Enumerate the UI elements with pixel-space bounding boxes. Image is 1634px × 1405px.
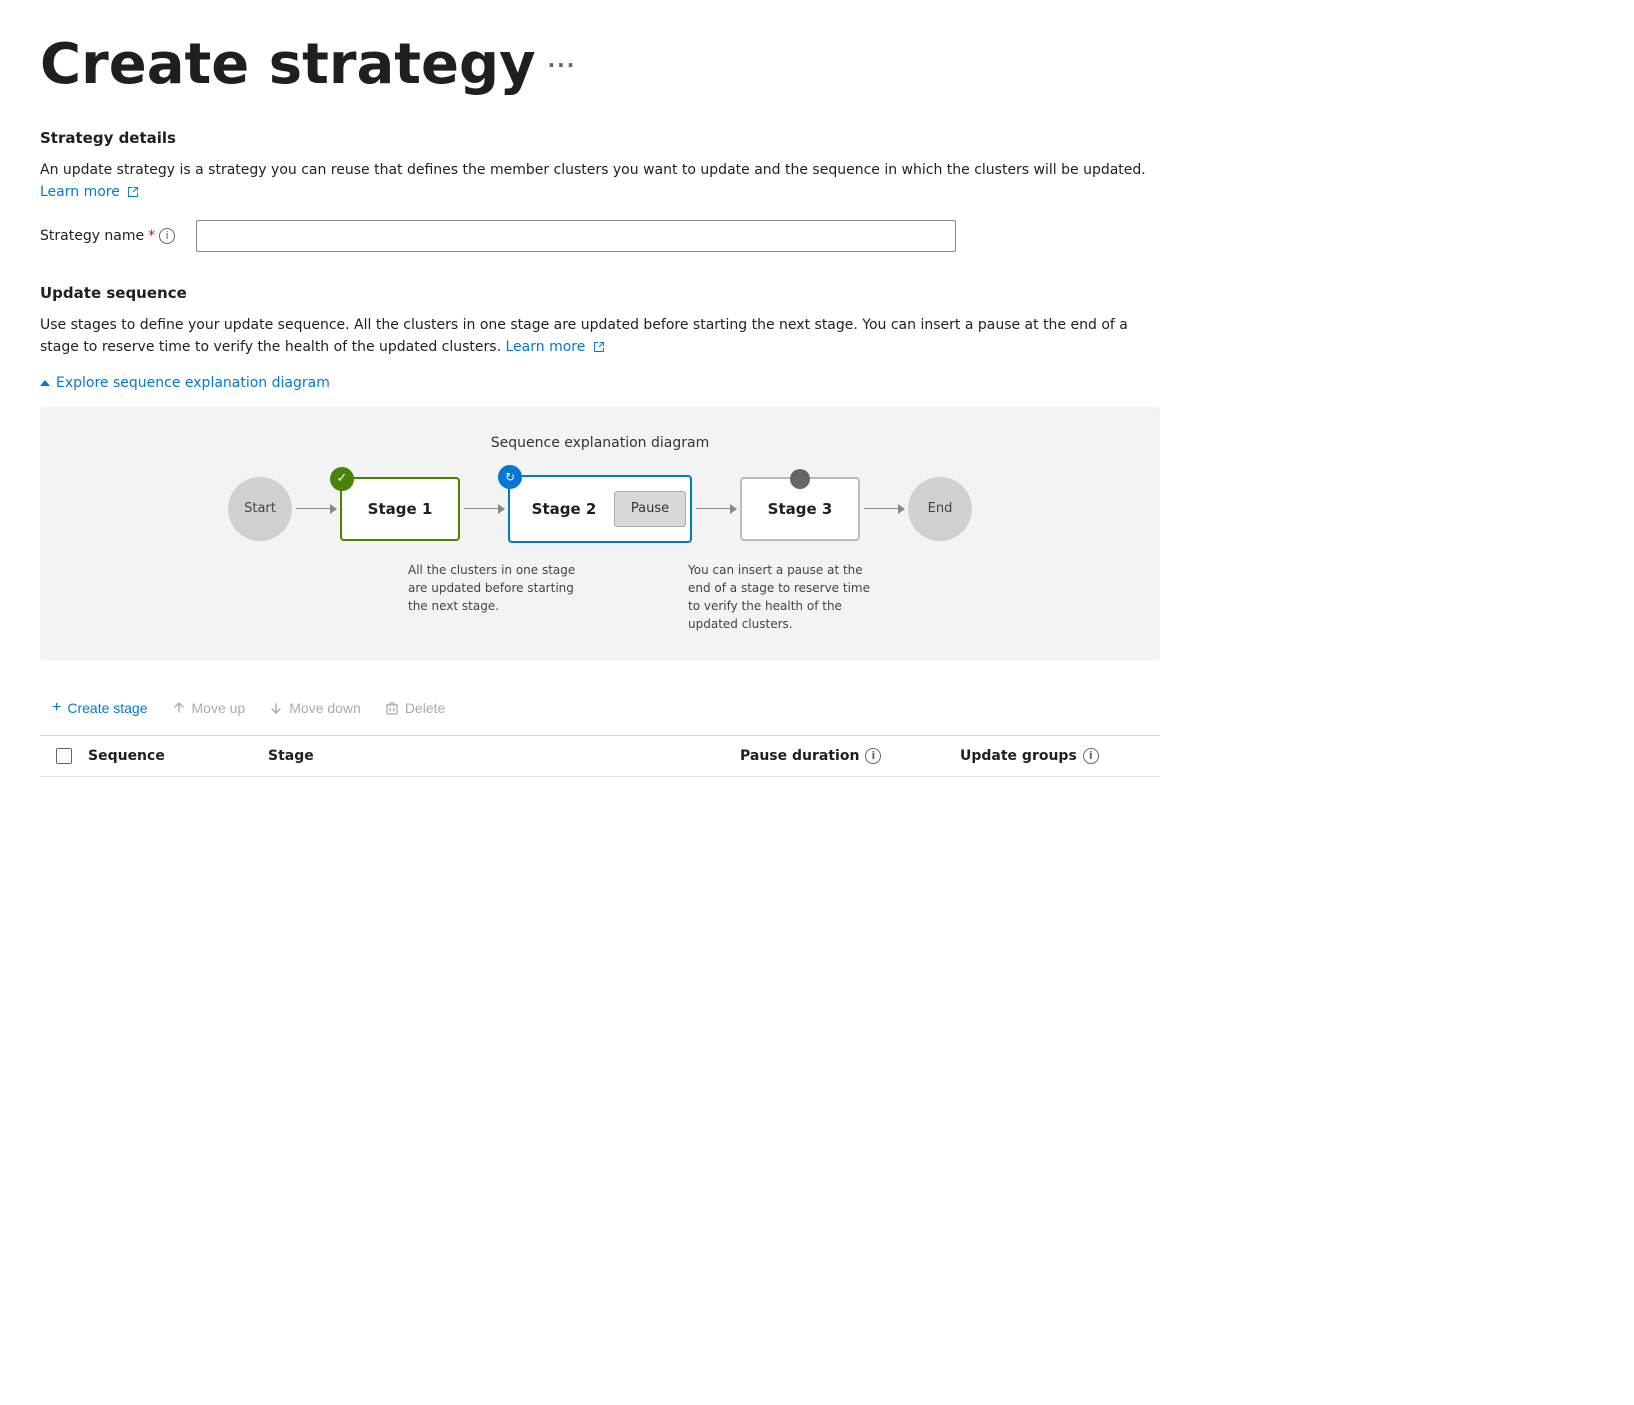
- stage-toolbar: + Create stage Move up Move down Dele: [40, 693, 1160, 736]
- more-options-icon[interactable]: ···: [548, 53, 577, 77]
- start-node: Start: [228, 477, 292, 541]
- stage3-node: Stage 3: [740, 477, 860, 541]
- diagram-flow: Start ✓ Stage 1 ↻ Stage 2 Pause: [60, 475, 1140, 543]
- update-sequence-title: Update sequence: [40, 284, 1160, 302]
- th-stage: Stage: [268, 748, 740, 764]
- move-up-button[interactable]: Move up: [160, 694, 258, 722]
- update-sequence-section: Update sequence Use stages to define you…: [40, 284, 1160, 661]
- annotation-1: All the clusters in one stage are update…: [400, 561, 600, 633]
- strategy-name-label: Strategy name * i: [40, 228, 180, 244]
- th-update-groups: Update groups i: [960, 748, 1160, 764]
- sequence-diagram: Sequence explanation diagram Start ✓ Sta…: [40, 407, 1160, 661]
- strategy-details-description: An update strategy is a strategy you can…: [40, 159, 1160, 204]
- th-sequence: Sequence: [88, 748, 268, 764]
- table-header: Sequence Stage Pause duration i Update g…: [40, 736, 1160, 777]
- annotation-2: You can insert a pause at the end of a s…: [680, 561, 880, 633]
- arrow-up-icon: [172, 701, 186, 715]
- arrow-4: [860, 508, 908, 510]
- arrow-2: [460, 508, 508, 510]
- required-indicator: *: [148, 228, 155, 244]
- external-link-icon-2: [593, 341, 605, 353]
- strategy-name-info-icon[interactable]: i: [159, 228, 175, 244]
- arrow-3: [692, 508, 740, 510]
- stage1-node: ✓ Stage 1: [340, 477, 460, 541]
- th-checkbox: [40, 748, 88, 764]
- strategy-name-input[interactable]: [196, 220, 956, 252]
- th-pause-duration: Pause duration i: [740, 748, 960, 764]
- external-link-icon: [127, 186, 139, 198]
- update-groups-info-icon[interactable]: i: [1083, 748, 1099, 764]
- explore-diagram-link[interactable]: Explore sequence explanation diagram: [40, 375, 1160, 391]
- check-badge: ✓: [330, 467, 354, 491]
- pause-duration-info-icon[interactable]: i: [865, 748, 881, 764]
- strategy-name-row: Strategy name * i: [40, 220, 1160, 252]
- diagram-title: Sequence explanation diagram: [60, 435, 1140, 451]
- plus-icon: +: [52, 699, 61, 717]
- select-all-checkbox[interactable]: [56, 748, 72, 764]
- stage2-label: Stage 2: [514, 481, 614, 537]
- strategy-details-section: Strategy details An update strategy is a…: [40, 129, 1160, 252]
- create-stage-button[interactable]: + Create stage: [40, 693, 160, 723]
- move-down-button[interactable]: Move down: [257, 694, 373, 722]
- strategy-details-learn-more[interactable]: Learn more: [40, 184, 139, 200]
- pause-node: Pause: [614, 491, 686, 527]
- stage2-pause-group: ↻ Stage 2 Pause: [508, 475, 692, 543]
- diagram-annotations: All the clusters in one stage are update…: [60, 561, 1140, 633]
- page-title: Create strategy: [40, 32, 536, 97]
- arrow-1: [292, 508, 340, 510]
- arrow-down-icon: [269, 701, 283, 715]
- gray-dot: [790, 469, 810, 489]
- delete-button[interactable]: Delete: [373, 694, 457, 722]
- end-node: End: [908, 477, 972, 541]
- update-sequence-description: Use stages to define your update sequenc…: [40, 314, 1160, 359]
- page-title-container: Create strategy ···: [40, 32, 1160, 97]
- chevron-up-icon: [40, 380, 50, 386]
- strategy-details-title: Strategy details: [40, 129, 1160, 147]
- update-sequence-learn-more[interactable]: Learn more: [505, 339, 604, 355]
- trash-icon: [385, 701, 399, 715]
- refresh-badge: ↻: [498, 465, 522, 489]
